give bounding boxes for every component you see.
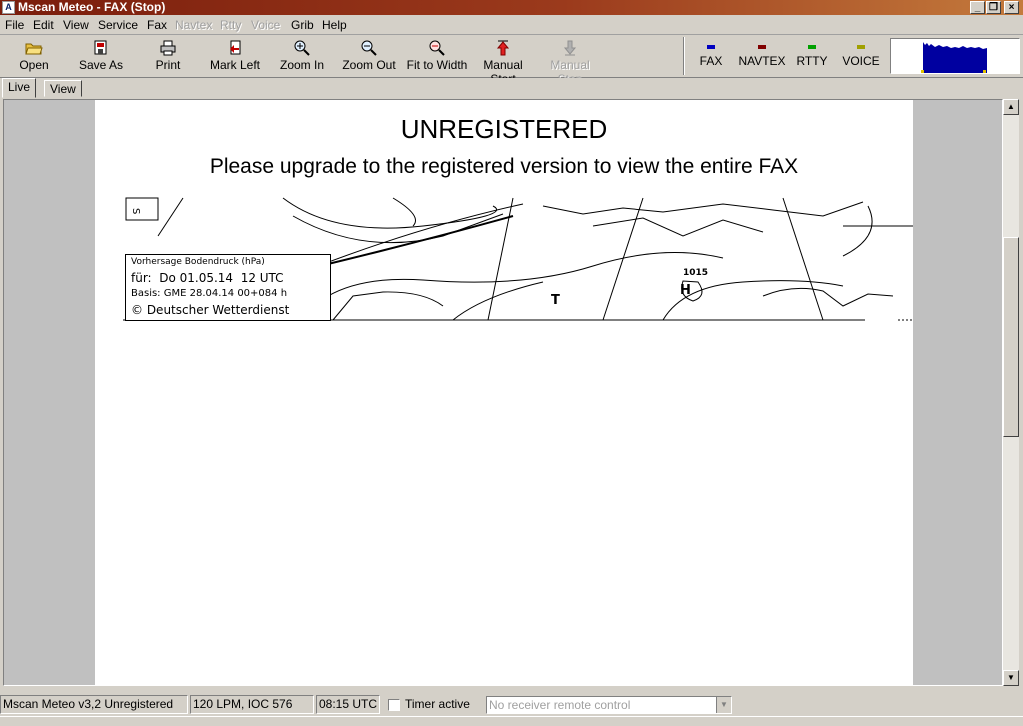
status-lpm: 120 LPM, IOC 576 xyxy=(190,695,314,714)
map-legend-box: Vorhersage Bodendruck (hPa) für: Do 01.0… xyxy=(125,254,331,321)
zoom-out-icon xyxy=(361,40,377,56)
start-arrow-icon xyxy=(496,40,510,56)
mode-voice[interactable]: VOICE xyxy=(842,38,880,68)
spectrum-graph xyxy=(921,42,987,73)
fit-width-icon xyxy=(429,40,445,56)
mark-left-button[interactable]: Mark Left xyxy=(208,38,262,74)
fax-led-icon xyxy=(707,45,715,49)
status-version: Mscan Meteo v3,2 Unregistered xyxy=(0,695,188,714)
mode-fax[interactable]: FAX xyxy=(696,38,726,68)
manual-start-button[interactable]: Manual Start xyxy=(470,38,536,86)
zoom-out-button[interactable]: Zoom Out xyxy=(341,38,397,74)
manual-stop-button[interactable]: Manual Stop xyxy=(538,38,602,86)
folder-open-icon xyxy=(25,43,43,55)
open-button[interactable]: Open xyxy=(14,38,54,74)
menu-grib[interactable]: Grib xyxy=(291,18,314,32)
timer-active-checkbox[interactable] xyxy=(388,699,400,711)
window-title: Mscan Meteo - FAX (Stop) xyxy=(18,0,166,14)
status-bar: Mscan Meteo v3,2 Unregistered 120 LPM, I… xyxy=(0,694,1023,715)
menu-view[interactable]: View xyxy=(63,18,89,32)
close-button[interactable]: × xyxy=(1004,1,1019,14)
high-pressure-symbol: H xyxy=(680,283,691,298)
scroll-up-button[interactable]: ▲ xyxy=(1003,99,1019,115)
fax-viewport[interactable]: UNREGISTERED Please upgrade to the regis… xyxy=(3,99,1003,686)
menu-rtty[interactable]: Rtty xyxy=(220,18,241,32)
zoom-in-button[interactable]: Zoom In xyxy=(278,38,326,74)
app-icon: A xyxy=(2,1,15,14)
minimize-button[interactable]: _ xyxy=(970,1,985,14)
status-time: 08:15 UTC xyxy=(316,695,380,714)
print-button[interactable]: Print xyxy=(150,38,186,74)
mark-left-icon xyxy=(230,40,241,55)
receiver-control-select[interactable]: No receiver remote control ▼ xyxy=(486,696,732,714)
printer-icon xyxy=(160,40,176,56)
rtty-led-icon xyxy=(808,45,816,49)
legend-title: Vorhersage Bodendruck (hPa) xyxy=(131,257,265,267)
save-as-icon xyxy=(94,40,107,55)
toolbar-separator xyxy=(683,37,685,75)
legend-forecast-time: für: Do 01.05.14 12 UTC xyxy=(131,271,284,285)
zoom-in-icon xyxy=(294,40,310,56)
legend-basis: Basis: GME 28.04.14 00+084 h xyxy=(131,288,288,299)
menu-navtex[interactable]: Navtex xyxy=(175,18,212,32)
navtex-led-icon xyxy=(758,45,766,49)
stop-arrow-icon xyxy=(563,40,577,56)
mode-navtex[interactable]: NAVTEX xyxy=(738,38,786,68)
toolbar: Open Save As Print Mark Left Zoom In Zoo… xyxy=(0,35,1023,86)
upgrade-notice: Please upgrade to the registered version… xyxy=(209,155,799,178)
mode-rtty[interactable]: RTTY xyxy=(794,38,830,68)
legend-copyright: © Deutscher Wetterdienst xyxy=(131,303,290,317)
menu-edit[interactable]: Edit xyxy=(33,18,54,32)
menu-service[interactable]: Service xyxy=(98,18,138,32)
menu-bar: File Edit View Service Fax Navtex Rtty V… xyxy=(0,15,1023,35)
svg-text:S: S xyxy=(130,208,141,214)
menu-file[interactable]: File xyxy=(5,18,24,32)
vertical-scrollbar[interactable]: ▲ ▼ xyxy=(1003,99,1019,686)
chevron-down-icon[interactable]: ▼ xyxy=(716,697,731,713)
signal-spectrum xyxy=(890,38,1020,74)
menu-help[interactable]: Help xyxy=(322,18,347,32)
fax-page: UNREGISTERED Please upgrade to the regis… xyxy=(95,100,913,685)
scroll-thumb[interactable] xyxy=(1003,237,1019,437)
tab-view[interactable]: View xyxy=(44,80,82,97)
timer-active-label: Timer active xyxy=(405,697,470,711)
menu-voice[interactable]: Voice xyxy=(251,18,280,32)
menu-fax[interactable]: Fax xyxy=(147,18,167,32)
title-bar: A Mscan Meteo - FAX (Stop) _ ❐ × xyxy=(0,0,1023,15)
fit-to-width-button[interactable]: Fit to Width xyxy=(405,38,469,74)
view-tabs: Live View xyxy=(0,78,1023,98)
voice-led-icon xyxy=(857,45,865,49)
save-as-button[interactable]: Save As xyxy=(78,38,124,74)
scroll-down-button[interactable]: ▼ xyxy=(1003,670,1019,686)
high-pressure-value: 1015 xyxy=(683,268,709,278)
restore-button[interactable]: ❐ xyxy=(986,1,1001,14)
tab-live[interactable]: Live xyxy=(2,78,37,98)
low-pressure-symbol: T xyxy=(551,293,560,308)
unregistered-heading: UNREGISTERED xyxy=(400,114,608,144)
